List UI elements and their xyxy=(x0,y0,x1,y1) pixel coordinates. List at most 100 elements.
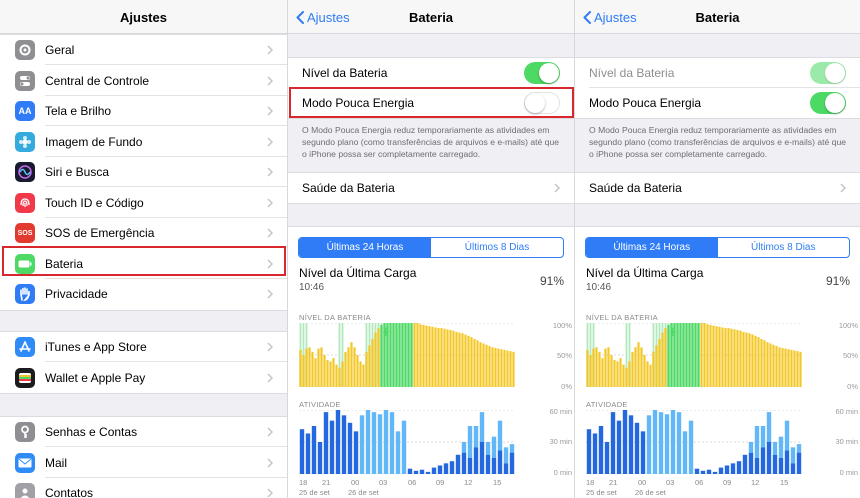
activity-bar-screen xyxy=(610,412,616,474)
battery-level-chart xyxy=(299,323,574,387)
battery-title: Bateria xyxy=(408,10,454,25)
x-date-label: 26 de set xyxy=(635,488,666,497)
battery-level-toggle[interactable] xyxy=(524,62,560,84)
battery-level-bar xyxy=(763,340,766,387)
battery-health-group: Saúde da Bateria xyxy=(575,172,860,204)
sidebar-item-privacidade[interactable]: Privacidade xyxy=(0,279,287,309)
sidebar-item-touch-id-e-codigo[interactable]: Touch ID e Código xyxy=(0,188,287,218)
battery-level-bar xyxy=(338,367,341,387)
sidebar-item-itunes-e-app-store[interactable]: iTunes e App Store xyxy=(0,332,287,362)
sidebar-item-siri-e-busca[interactable]: Siri e Busca xyxy=(0,157,287,187)
battery-level-bar xyxy=(374,332,377,387)
battery-level-bar xyxy=(601,358,604,387)
battery-level-bar xyxy=(443,328,446,387)
activity-bar-screen xyxy=(796,452,802,474)
battery-level-bar xyxy=(682,323,685,387)
activity-axis-30: 30 min xyxy=(549,437,572,446)
activity-bar-screen xyxy=(473,447,479,474)
activity-chart xyxy=(586,410,860,474)
battery-level-bar xyxy=(425,325,428,387)
battery-panel-before: Ajustes Bateria Nível da Bateria Modo Po… xyxy=(287,0,574,498)
activity-bar-screen xyxy=(503,463,509,474)
battery-level-bar xyxy=(299,349,302,387)
low-power-toggle[interactable] xyxy=(524,92,560,114)
battery-level-bar xyxy=(703,323,706,387)
sidebar-item-tela-e-brilho[interactable]: AA Tela e Brilho xyxy=(0,96,287,126)
activity-bar-background xyxy=(473,426,479,448)
low-power-label: Modo Pouca Energia xyxy=(302,96,415,110)
sidebar-item-imagem-de-fundo[interactable]: Imagem de Fundo xyxy=(0,127,287,157)
battery-level-bar xyxy=(428,326,431,387)
activity-bar-screen xyxy=(407,468,413,474)
settings-item-label: Tela e Brilho xyxy=(45,104,112,118)
activity-bar-background xyxy=(670,410,676,474)
battery-level-bar xyxy=(691,323,694,387)
battery-level-bar xyxy=(595,347,598,387)
sidebar-item-mail[interactable]: Mail xyxy=(0,448,287,478)
sidebar-item-wallet-e-apple-pay[interactable]: Wallet e Apple Pay xyxy=(0,363,287,393)
battery-level-bar xyxy=(589,355,592,387)
activity-bar-background xyxy=(688,420,694,474)
tab-last-8-days[interactable]: Últimos 8 Dias xyxy=(718,238,850,257)
toggle-knob xyxy=(525,93,545,113)
battery-level-toggle[interactable] xyxy=(810,62,846,84)
battery-level-bar xyxy=(314,358,317,387)
battery-level-bar xyxy=(341,361,344,387)
battery-level-bar xyxy=(649,364,652,387)
activity-bar-screen xyxy=(634,422,640,474)
tab-last-24-hours[interactable]: Últimas 24 Horas xyxy=(586,238,718,257)
battery-health-row[interactable]: Saúde da Bateria xyxy=(288,173,574,203)
battery-level-bar xyxy=(721,327,724,387)
settings-navbar: Ajustes xyxy=(0,0,287,34)
battery-level-section-label: NÍVEL DA BATERIA xyxy=(586,313,658,322)
chevron-right-icon xyxy=(267,427,273,437)
activity-bar-background xyxy=(461,442,467,453)
activity-bar-screen xyxy=(413,470,419,474)
battery-level-bar xyxy=(422,324,425,387)
battery-level-bar xyxy=(613,360,616,387)
battery-level-bar xyxy=(799,351,802,387)
activity-axis-60: 60 min xyxy=(835,407,858,416)
level-axis-0: 0% xyxy=(847,382,858,391)
battery-level-bar xyxy=(760,339,763,387)
battery-health-row[interactable]: Saúde da Bateria xyxy=(575,173,860,203)
battery-navbar: Ajustes Bateria xyxy=(288,0,574,34)
tab-last-8-days[interactable]: Últimos 8 Dias xyxy=(431,238,563,257)
activity-bar-screen xyxy=(772,454,778,474)
chevron-right-icon xyxy=(554,183,560,193)
battery-level-bar xyxy=(739,330,742,387)
activity-bar-background xyxy=(766,412,772,442)
activity-bar-screen xyxy=(586,429,592,474)
activity-bar-background xyxy=(664,414,670,474)
settings-item-label: Bateria xyxy=(45,256,84,271)
low-power-toggle[interactable] xyxy=(810,92,846,114)
settings-group: iTunes e App Store Wallet e Apple Pay xyxy=(0,331,287,394)
battery-level-bar xyxy=(503,349,506,387)
sidebar-item-contatos[interactable]: Contatos xyxy=(0,478,287,498)
sidebar-item-central-de-controle[interactable]: Central de Controle xyxy=(0,66,287,96)
period-segmented-control: Últimas 24 Horas Últimos 8 Dias xyxy=(298,237,564,258)
level-axis-50: 50% xyxy=(556,351,572,360)
sidebar-item-geral[interactable]: Geral xyxy=(0,35,287,65)
level-axis-0: 0% xyxy=(561,382,572,391)
activity-bar-background xyxy=(646,415,652,474)
sidebar-item-bateria[interactable]: Bateria xyxy=(0,249,287,279)
activity-bar-background xyxy=(676,412,682,474)
battery-level-bar xyxy=(323,355,326,387)
x-tick-label: 09 xyxy=(723,478,732,487)
sidebar-item-sos-de-emergencia[interactable]: SOS SOS de Emergência xyxy=(0,218,287,248)
activity-bar-background xyxy=(509,444,515,453)
battery-level-bar xyxy=(320,347,323,387)
battery-level-bar xyxy=(347,347,350,387)
tab-last-24-hours[interactable]: Últimas 24 Horas xyxy=(299,238,431,257)
battery-level-bar xyxy=(317,348,320,387)
battery-level-bar xyxy=(634,347,637,387)
battery-level-bar xyxy=(607,347,610,387)
battery-title: Bateria xyxy=(695,10,740,25)
battery-level-bar xyxy=(401,323,404,387)
battery-level-bar xyxy=(377,328,380,387)
battery-level-bar xyxy=(658,339,661,387)
activity-bar-background xyxy=(395,431,401,474)
sidebar-item-senhas-e-contas[interactable]: Senhas e Contas xyxy=(0,417,287,447)
x-date-label: 26 de set xyxy=(348,488,379,497)
